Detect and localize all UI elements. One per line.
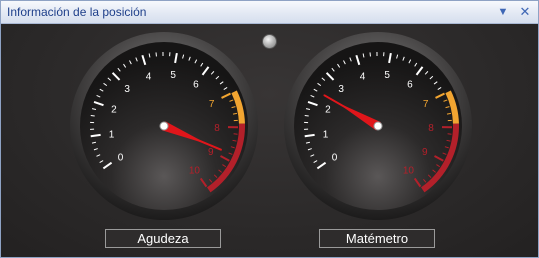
gauge-major-tick <box>304 133 315 138</box>
gauge-agudeza-label: Agudeza <box>105 229 221 248</box>
gauge-tick-label: 9 <box>422 147 428 158</box>
status-indicator-icon <box>262 34 277 49</box>
gauge-tick-label: 1 <box>109 129 115 140</box>
gauge-minor-tick <box>90 114 95 117</box>
gauge-tick-label: 6 <box>193 80 199 91</box>
gauge-tick-label: 5 <box>384 70 390 81</box>
gauge-agudeza-dial: 01234 5678910 <box>70 32 258 220</box>
gauge-tick-label: 9 <box>208 147 214 158</box>
gauge-matemetro: 0 1 2 3 4 5 6 7 8 9 10 <box>283 31 473 226</box>
gauge-tick-label: 6 <box>407 80 413 91</box>
gauge-tick-label: 2 <box>111 105 117 116</box>
gauge-tick-label: 2 <box>325 105 331 116</box>
gauge-agudeza: 0 1 2 3 4 5 6 7 8 9 10 <box>69 31 259 226</box>
gauge-tick-label: 0 <box>332 152 338 163</box>
gauge-tick-label: 3 <box>124 84 130 95</box>
gauge-tick-label: 3 <box>338 84 344 95</box>
gauge-minor-tick <box>232 112 238 115</box>
gauge-matemetro-label: Matémetro <box>319 229 435 248</box>
panel-title: Información de la posición <box>7 5 147 19</box>
gauge-tick-label: 10 <box>189 165 201 176</box>
gauge-matemetro-dial: 01234 5678910 <box>284 32 472 220</box>
gauge-tick-label: 4 <box>146 71 152 82</box>
gauge-tick-label: 0 <box>118 152 124 163</box>
gauge-major-tick <box>90 133 101 138</box>
gauge-tick-label: 10 <box>403 165 415 176</box>
gauge-needle-hub <box>373 121 383 131</box>
gauges-area: 0 1 2 3 4 5 6 7 8 9 10 Agudeza 0 1 2 3 4 5 6 7 8 9 10 Matéme… <box>1 24 538 257</box>
close-icon[interactable]: ✕ <box>518 4 532 19</box>
panel-actions: ▼ ✕ <box>496 4 532 19</box>
gauge-minor-tick <box>446 112 452 115</box>
gauge-minor-tick <box>304 114 309 117</box>
gauge-tick-label: 7 <box>209 99 215 110</box>
position-info-panel: Información de la posición ▼ ✕ 012345678… <box>0 0 539 258</box>
gauge-tick-label: 8 <box>428 123 434 134</box>
gauge-tick-label: 4 <box>360 71 366 82</box>
gauge-tick-label: 8 <box>214 123 220 134</box>
chevron-down-icon[interactable]: ▼ <box>496 4 510 19</box>
panel-titlebar: Información de la posición ▼ ✕ <box>1 1 538 24</box>
gauge-tick-label: 1 <box>323 129 329 140</box>
gauge-tick-label: 5 <box>170 70 176 81</box>
gauge-tick-label: 7 <box>423 99 429 110</box>
gauge-needle-hub <box>159 121 169 131</box>
